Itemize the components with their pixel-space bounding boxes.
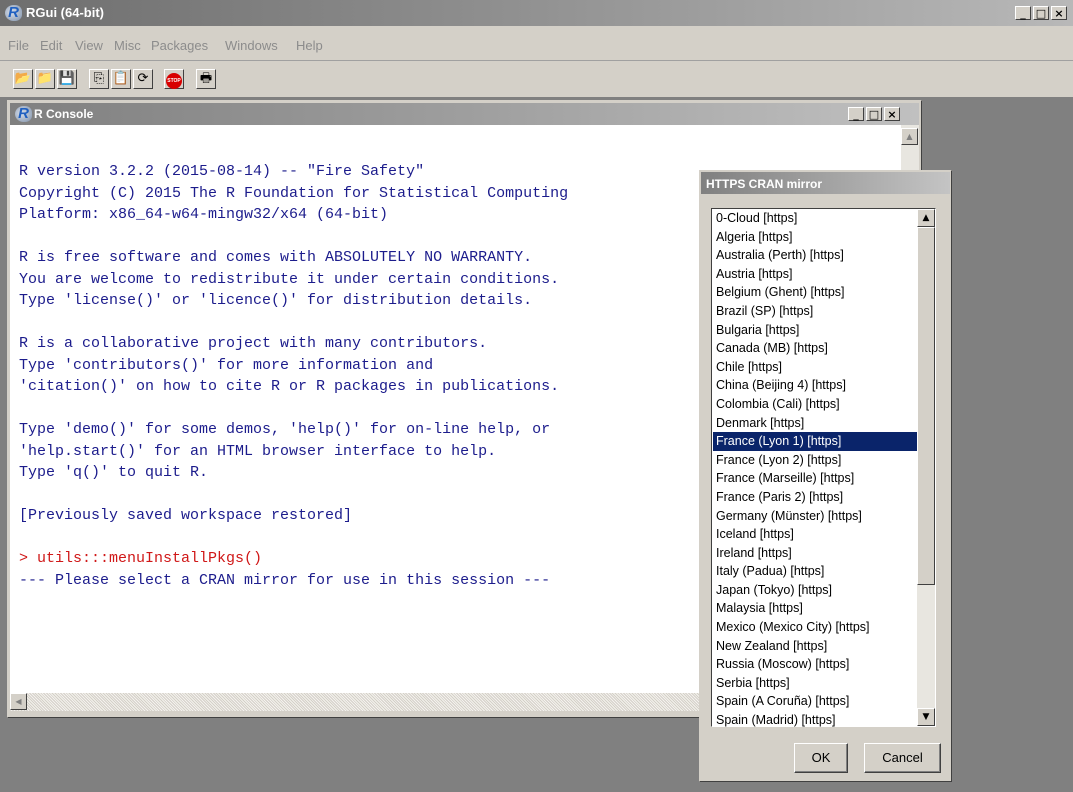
mirror-item[interactable]: Bulgaria [https] <box>713 321 917 340</box>
console-titlebar: R R Console _ □ × <box>10 103 919 125</box>
ok-button[interactable]: OK <box>794 743 848 773</box>
mirror-item[interactable]: Japan (Tokyo) [https] <box>713 581 917 600</box>
mirror-item[interactable]: Algeria [https] <box>713 228 917 247</box>
print-icon[interactable]: 🖶 <box>196 69 216 89</box>
menu-help[interactable]: Help <box>296 38 323 53</box>
console-line: You are welcome to redistribute it under… <box>19 270 560 288</box>
console-line: Platform: x86_64-w64-mingw32/x64 (64-bit… <box>19 206 389 223</box>
dialog-title: HTTPS CRAN mirror <box>706 177 823 191</box>
console-line: Type 'q()' to quit R. <box>19 464 209 481</box>
mirror-listbox[interactable]: 0-Cloud [https] Algeria [https] Australia … <box>711 208 936 727</box>
minimize-button[interactable]: _ <box>1015 6 1031 20</box>
mirror-item[interactable]: Canada (MB) [https] <box>713 339 917 358</box>
mirror-items: 0-Cloud [https] Algeria [https] Australia … <box>713 209 917 730</box>
mirror-list-scrollbar[interactable]: ▲ ▼ <box>917 209 935 726</box>
mirror-item[interactable]: Colombia (Cali) [https] <box>713 395 917 414</box>
paste-icon[interactable]: 📋 <box>111 69 131 89</box>
scroll-up-icon[interactable]: ▲ <box>917 209 935 227</box>
mirror-item-selected[interactable]: France (Lyon 1) [https] <box>713 432 917 451</box>
mirror-item[interactable]: Spain (A Coruña) [https] <box>713 692 917 711</box>
mirror-item[interactable]: Ireland [https] <box>713 544 917 563</box>
console-text: R version 3.2.2 (2015-08-14) -- "Fire Sa… <box>19 161 568 591</box>
maximize-button[interactable]: □ <box>1033 6 1049 20</box>
mirror-item[interactable]: Mexico (Mexico City) [https] <box>713 618 917 637</box>
close-button[interactable]: × <box>1051 6 1067 20</box>
console-window-controls: _ □ × <box>848 107 900 121</box>
copy-paste-icon[interactable]: ⟳ <box>133 69 153 89</box>
console-maximize-button[interactable]: □ <box>866 107 882 121</box>
console-line: R version 3.2.2 (2015-08-14) -- "Fire Sa… <box>19 163 425 180</box>
mirror-item[interactable]: Australia (Perth) [https] <box>713 246 917 265</box>
console-line: Type 'contributors()' for more informati… <box>19 356 434 374</box>
menu-edit[interactable]: Edit <box>40 38 62 53</box>
mirror-item[interactable]: Germany (Münster) [https] <box>713 507 917 526</box>
mirror-item[interactable]: Spain (Madrid) [https] <box>713 711 917 730</box>
r-logo-icon: R <box>5 5 22 21</box>
menu-misc[interactable]: Misc <box>114 38 141 53</box>
scroll-down-icon[interactable]: ▼ <box>917 708 935 726</box>
mirror-item[interactable]: Serbia [https] <box>713 674 917 693</box>
toolbar: 📂 📁 💾 ⎘ 📋 ⟳ STOP 🖶 <box>0 61 1073 98</box>
console-message-line: --- Please select a CRAN mirror for use … <box>19 571 551 589</box>
app-window-controls: _ □ × <box>1015 6 1067 20</box>
scroll-thumb[interactable] <box>917 227 935 585</box>
mirror-item[interactable]: Austria [https] <box>713 265 917 284</box>
copy-icon[interactable]: ⎘ <box>89 69 109 89</box>
console-line: [Previously saved workspace restored] <box>19 507 353 524</box>
app-titlebar: R RGui (64-bit) _ □ × <box>0 0 1073 26</box>
mirror-item[interactable]: Denmark [https] <box>713 414 917 433</box>
stop-icon[interactable]: STOP <box>164 69 184 89</box>
cran-mirror-dialog: HTTPS CRAN mirror 0-Cloud [https] Algeria… <box>699 170 952 782</box>
mirror-item[interactable]: Malaysia [https] <box>713 599 917 618</box>
save-icon[interactable]: 💾 <box>57 69 77 89</box>
console-line: Type 'demo()' for some demos, 'help()' f… <box>19 421 551 438</box>
mirror-item[interactable]: Iceland [https] <box>713 525 917 544</box>
console-line: 'help.start()' for an HTML browser inter… <box>19 442 497 460</box>
console-minimize-button[interactable]: _ <box>848 107 864 121</box>
console-close-button[interactable]: × <box>884 107 900 121</box>
console-line: Copyright (C) 2015 The R Foundation for … <box>19 184 569 202</box>
menu-windows[interactable]: Windows <box>225 38 278 53</box>
console-line: 'citation()' on how to cite R or R packa… <box>19 378 560 395</box>
mirror-item[interactable]: France (Paris 2) [https] <box>713 488 917 507</box>
mirror-item[interactable]: Chile [https] <box>713 358 917 377</box>
mirror-item[interactable]: Italy (Padua) [https] <box>713 562 917 581</box>
mirror-item[interactable]: New Zealand [https] <box>713 637 917 656</box>
mirror-item[interactable]: France (Lyon 2) [https] <box>713 451 917 470</box>
r-logo-icon: R <box>15 106 32 122</box>
mirror-item[interactable]: France (Marseille) [https] <box>713 469 917 488</box>
console-line: Type 'license()' or 'licence()' for dist… <box>19 292 533 309</box>
mirror-item[interactable]: Russia (Moscow) [https] <box>713 655 917 674</box>
menu-packages[interactable]: Packages <box>151 38 208 53</box>
mirror-item[interactable]: Brazil (SP) [https] <box>713 302 917 321</box>
dialog-titlebar: HTTPS CRAN mirror <box>701 172 950 194</box>
cancel-button[interactable]: Cancel <box>864 743 941 773</box>
menubar: File Edit View Misc Packages Windows Hel… <box>0 26 1073 61</box>
stop-icon-label: STOP <box>166 73 182 89</box>
open-script-icon[interactable]: 📂 <box>13 69 33 89</box>
scroll-left-icon[interactable]: ◀ <box>10 693 27 710</box>
console-title: R Console <box>34 107 94 121</box>
menu-file[interactable]: File <box>8 38 29 53</box>
console-line: R is a collaborative project with many c… <box>19 335 488 352</box>
console-line: R is free software and comes with ABSOLU… <box>19 249 533 266</box>
mirror-item[interactable]: Belgium (Ghent) [https] <box>713 283 917 302</box>
load-workspace-icon[interactable]: 📁 <box>35 69 55 89</box>
mirror-item[interactable]: China (Beijing 4) [https] <box>713 376 917 395</box>
console-command-line: > utils:::menuInstallPkgs() <box>19 550 263 567</box>
mirror-item[interactable]: 0-Cloud [https] <box>713 209 917 228</box>
scroll-up-icon[interactable]: ▲ <box>901 128 918 145</box>
menu-view[interactable]: View <box>75 38 103 53</box>
app-title: RGui (64-bit) <box>26 5 104 20</box>
